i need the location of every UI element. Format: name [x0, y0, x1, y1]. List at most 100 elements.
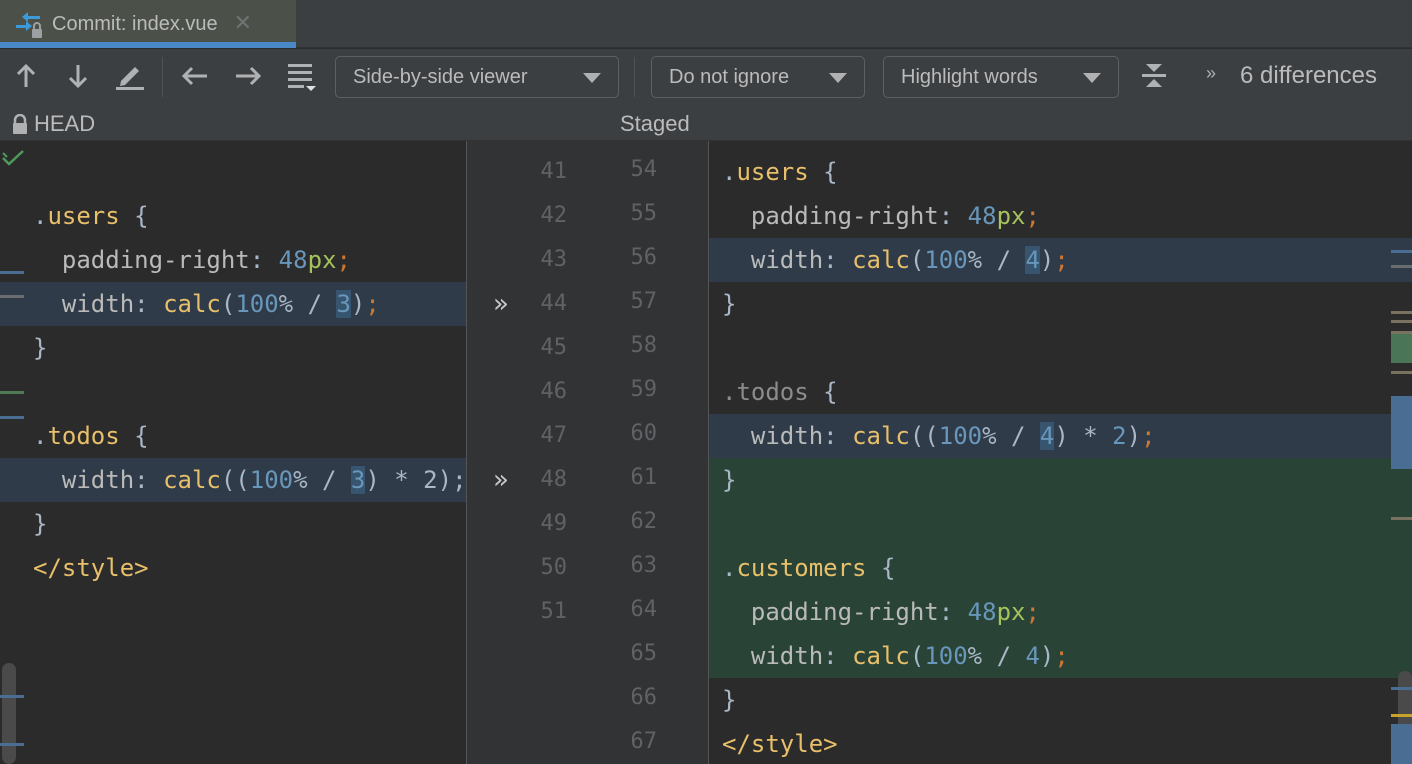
code-line[interactable]: </style>: [709, 722, 1412, 764]
code-line[interactable]: padding-right: 48px;: [709, 194, 1412, 238]
code-line[interactable]: [709, 502, 1412, 546]
right-header-label: Staged: [620, 111, 690, 136]
highlight-mode-dropdown[interactable]: Highlight words: [883, 56, 1119, 98]
code-token: width: [33, 290, 135, 318]
tab-bar: Commit: index.vue ✕: [0, 0, 1412, 48]
highlight-mode-value: Highlight words: [901, 65, 1038, 88]
left-line-number: 47: [540, 423, 568, 448]
code-line[interactable]: .todos {: [709, 370, 1412, 414]
code-line[interactable]: .users {: [709, 150, 1412, 194]
arrow-left-icon[interactable]: [180, 61, 210, 91]
code-token: 3: [350, 466, 366, 494]
code-token: calc: [163, 466, 221, 494]
warning-marker: [1391, 331, 1412, 334]
code-line[interactable]: width: calc((100% / 4) * 2);: [709, 414, 1412, 458]
change-marker: [0, 743, 24, 746]
apply-change-icon[interactable]: »: [493, 282, 523, 326]
toolbar-separator: [162, 57, 163, 97]
code-line[interactable]: width: calc(100% / 4);: [709, 238, 1412, 282]
right-line-number: 62: [630, 509, 658, 534]
right-editor-pane[interactable]: .users { padding-right: 48px; width: cal…: [709, 141, 1412, 764]
chevron-down-icon: [829, 73, 847, 83]
right-line-number: 63: [630, 553, 658, 578]
left-editor-pane[interactable]: .users { padding-right: 48px; width: cal…: [0, 141, 466, 764]
code-token: ): [1126, 422, 1142, 450]
tab-commit-index-vue[interactable]: Commit: index.vue ✕: [0, 0, 296, 48]
code-token: :: [249, 246, 279, 274]
code-token: % /: [982, 422, 1040, 450]
collapse-unchanged-icon[interactable]: [1139, 61, 1169, 91]
change-marker: [1391, 687, 1412, 690]
code-line[interactable]: [0, 150, 466, 194]
right-line-number: 57: [630, 289, 658, 314]
code-line[interactable]: .users {: [0, 194, 466, 238]
left-line-number: 45: [540, 335, 568, 360]
left-line-number: 44: [540, 291, 568, 316]
code-token: % /: [967, 642, 1026, 670]
code-token: ((: [220, 466, 250, 494]
code-token: 4: [1039, 422, 1055, 450]
code-line[interactable]: padding-right: 48px;: [0, 238, 466, 282]
code-line[interactable]: width: calc(100% / 4);: [709, 634, 1412, 678]
code-line[interactable]: </style>: [0, 546, 466, 590]
left-header-label: HEAD: [34, 111, 96, 136]
left-line-number: 48: [540, 467, 568, 492]
code-token: {: [119, 202, 149, 230]
left-line-number: 51: [540, 599, 568, 624]
left-scrollbar-thumb[interactable]: [2, 663, 16, 764]
diff-toolbar: Side-by-side viewer Do not ignore Highli…: [0, 49, 1412, 108]
list-dropdown-icon[interactable]: [286, 61, 316, 91]
code-token: :: [823, 246, 853, 274]
code-line[interactable]: padding-right: 48px;: [709, 590, 1412, 634]
code-line[interactable]: width: calc(100% / 3);: [0, 282, 466, 326]
code-token: 48: [967, 202, 997, 230]
added-marker: [1391, 333, 1412, 363]
code-token: }: [722, 466, 737, 494]
code-token: .todos: [722, 378, 809, 406]
code-token: :: [823, 422, 853, 450]
code-line[interactable]: }: [709, 458, 1412, 502]
differences-count: 6 differences: [1240, 62, 1377, 89]
code-token: }: [722, 686, 737, 714]
apply-change-icon[interactable]: »: [493, 458, 523, 502]
whitespace-mode-dropdown[interactable]: Do not ignore: [651, 56, 865, 98]
arrow-down-icon[interactable]: [63, 61, 93, 91]
double-chevron-right-icon[interactable]: »: [1206, 63, 1216, 84]
code-line[interactable]: .todos {: [0, 414, 466, 458]
code-token: .: [33, 422, 48, 450]
code-token: calc: [852, 246, 910, 274]
code-line[interactable]: .customers {: [709, 546, 1412, 590]
toolbar-separator: [634, 57, 635, 97]
code-line[interactable]: }: [709, 678, 1412, 722]
tab-title: Commit: index.vue: [52, 12, 218, 35]
code-token: {: [119, 422, 149, 450]
code-token: 3: [336, 290, 351, 318]
code-token: px: [996, 598, 1026, 626]
code-line[interactable]: }: [0, 326, 466, 370]
code-line[interactable]: [709, 326, 1412, 370]
diff-headers: HEAD Staged: [0, 108, 1412, 141]
code-line[interactable]: }: [709, 282, 1412, 326]
arrow-right-icon[interactable]: [233, 61, 263, 91]
viewer-mode-dropdown[interactable]: Side-by-side viewer: [335, 56, 619, 98]
lock-icon: [12, 113, 28, 134]
code-line[interactable]: width: calc((100% / 3) * 2);: [0, 458, 466, 502]
code-token: {: [808, 378, 838, 406]
pencil-icon[interactable]: [115, 61, 145, 91]
code-token: ;: [1025, 202, 1040, 230]
code-token: 4: [1025, 246, 1040, 274]
code-line[interactable]: }: [0, 502, 466, 546]
code-token: px: [307, 246, 337, 274]
code-token: customers: [736, 554, 867, 582]
code-token: px: [996, 202, 1026, 230]
code-token: todos: [47, 422, 120, 450]
code-token: ;: [1054, 246, 1069, 274]
close-icon[interactable]: ✕: [234, 13, 252, 35]
code-token: :: [134, 466, 164, 494]
code-token: 4: [1025, 642, 1040, 670]
code-token: 100: [924, 642, 968, 670]
code-line[interactable]: [0, 370, 466, 414]
arrow-up-icon[interactable]: [11, 61, 41, 91]
chevron-down-icon: [583, 73, 601, 83]
left-line-number: 43: [540, 247, 568, 272]
